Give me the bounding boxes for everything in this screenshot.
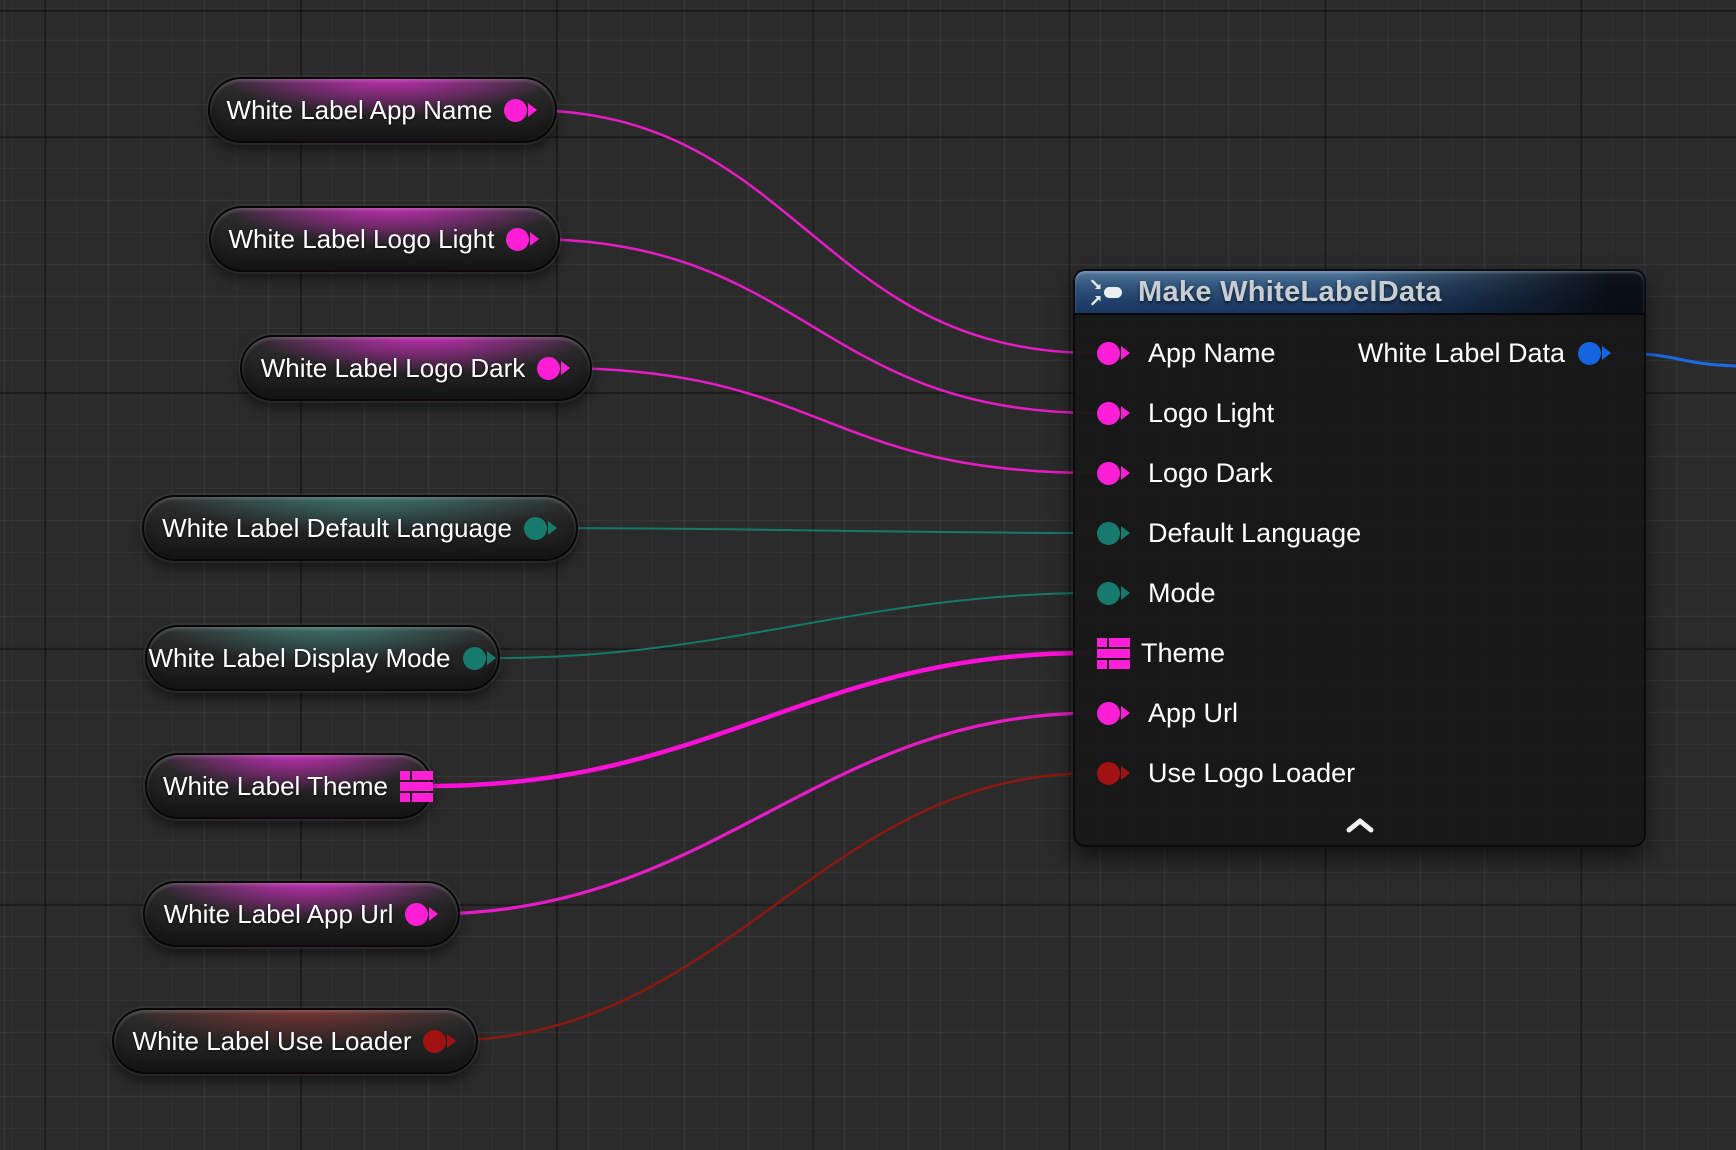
input-pin-mode[interactable] <box>1097 582 1137 605</box>
output-pin-white-label-theme[interactable] <box>400 771 433 802</box>
output-pin-white-label-app-name[interactable] <box>504 99 544 122</box>
getter-node-white-label-display-mode[interactable]: White Label Display Mode <box>145 625 500 691</box>
input-row-theme: Theme <box>1075 623 1644 683</box>
input-pin-app-name[interactable] <box>1097 342 1137 365</box>
input-row-mode: Mode <box>1075 563 1644 623</box>
getter-node-white-label-logo-dark[interactable]: White Label Logo Dark <box>240 335 592 401</box>
input-pin-label: Logo Dark <box>1148 458 1273 489</box>
output-pin-white-label-app-url[interactable] <box>405 903 445 926</box>
getter-node-label: White Label Use Loader <box>133 1026 412 1057</box>
chevron-up-icon <box>1346 821 1374 836</box>
output-pin-white-label-display-mode[interactable] <box>463 647 503 670</box>
input-pin-logo-dark[interactable] <box>1097 462 1137 485</box>
output-pin-label: White Label Data <box>1358 338 1565 369</box>
getter-node-label: White Label Default Language <box>162 513 512 544</box>
input-pin-default-language[interactable] <box>1097 522 1137 545</box>
getter-node-white-label-app-url[interactable]: White Label App Url <box>143 881 460 947</box>
getter-node-white-label-app-name[interactable]: White Label App Name <box>208 77 557 143</box>
blueprint-canvas[interactable]: { "graph": { "background_color": "#2b2b2… <box>0 0 1736 1150</box>
getter-node-white-label-logo-light[interactable]: White Label Logo Light <box>209 206 560 272</box>
make-node-body: App Name Logo Light Logo Dark Default Langu… <box>1073 315 1646 847</box>
output-pin-white-label-default-language[interactable] <box>524 517 564 540</box>
getter-node-white-label-theme[interactable]: White Label Theme <box>145 753 433 819</box>
input-pin-app-url[interactable] <box>1097 702 1137 725</box>
output-pin-white-label-logo-dark[interactable] <box>537 357 577 380</box>
output-pin-white-label-data[interactable] <box>1578 342 1618 365</box>
output-row-white-label-data: White Label Data <box>1358 323 1644 383</box>
getter-node-label: White Label App Name <box>227 95 493 126</box>
make-whitelabeldata-node[interactable]: Make WhiteLabelData App Name Logo Light Lo… <box>1073 269 1646 847</box>
input-row-logo-dark: Logo Dark <box>1075 443 1644 503</box>
input-row-logo-light: Logo Light <box>1075 383 1644 443</box>
getter-node-label: White Label Display Mode <box>148 643 450 674</box>
output-pin-white-label-logo-light[interactable] <box>506 228 546 251</box>
input-pin-theme[interactable] <box>1097 638 1130 669</box>
input-pin-label: App Name <box>1148 338 1276 369</box>
input-pin-use-logo-loader[interactable] <box>1097 762 1137 785</box>
getter-node-label: White Label App Url <box>164 899 394 930</box>
make-node-input-pins: App Name Logo Light Logo Dark Default Langu… <box>1075 315 1644 803</box>
input-row-use-logo-loader: Use Logo Loader <box>1075 743 1644 803</box>
getter-node-label: White Label Logo Light <box>229 224 495 255</box>
node-layer: Make WhiteLabelData App Name Logo Light Lo… <box>0 0 1736 1150</box>
input-pin-logo-light[interactable] <box>1097 402 1137 425</box>
input-pin-label: App Url <box>1148 698 1238 729</box>
input-row-default-language: Default Language <box>1075 503 1644 563</box>
input-pin-label: Logo Light <box>1148 398 1274 429</box>
make-node-header[interactable]: Make WhiteLabelData <box>1073 269 1646 315</box>
getter-node-label: White Label Theme <box>163 771 388 802</box>
input-pin-label: Default Language <box>1148 518 1361 549</box>
collapse-node-button[interactable] <box>1336 814 1384 840</box>
input-row-app-url: App Url <box>1075 683 1644 743</box>
getter-node-white-label-default-language[interactable]: White Label Default Language <box>142 495 578 561</box>
input-pin-label: Use Logo Loader <box>1148 758 1355 789</box>
make-struct-icon <box>1091 279 1125 306</box>
getter-node-label: White Label Logo Dark <box>261 353 525 384</box>
output-pin-white-label-use-loader[interactable] <box>423 1030 463 1053</box>
make-node-title: Make WhiteLabelData <box>1138 276 1442 309</box>
getter-node-white-label-use-loader[interactable]: White Label Use Loader <box>112 1008 478 1074</box>
input-pin-label: Theme <box>1141 638 1225 669</box>
input-pin-label: Mode <box>1148 578 1216 609</box>
